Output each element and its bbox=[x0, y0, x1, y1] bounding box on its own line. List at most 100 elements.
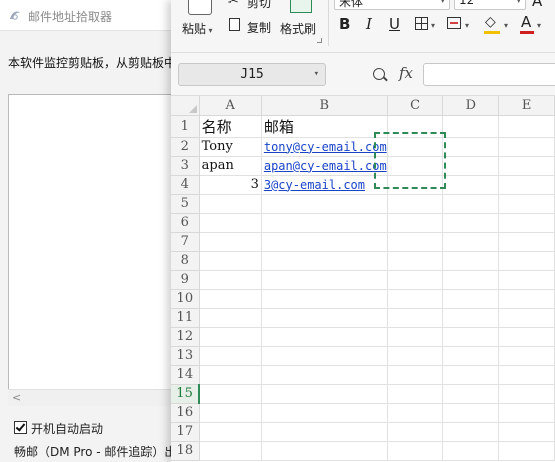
font-size-select[interactable]: 12 ▾ bbox=[454, 0, 526, 10]
cell-d[interactable] bbox=[442, 422, 500, 442]
cell-d[interactable] bbox=[442, 384, 500, 404]
select-all-corner[interactable] bbox=[171, 96, 200, 116]
row-header[interactable]: 16 bbox=[171, 403, 200, 423]
cell-a[interactable] bbox=[199, 365, 262, 385]
cell-d[interactable] bbox=[442, 115, 500, 138]
cell-b[interactable] bbox=[261, 384, 388, 404]
cell-a[interactable]: Tony bbox=[199, 137, 262, 157]
cell-a[interactable]: 名称 bbox=[199, 115, 262, 138]
copy-icon[interactable] bbox=[226, 15, 240, 31]
cell-e[interactable] bbox=[498, 156, 555, 176]
cell-b[interactable]: tony@cy-email.com bbox=[261, 137, 388, 157]
cell-b[interactable]: 3@cy-email.com bbox=[261, 175, 388, 195]
row-header[interactable]: 17 bbox=[171, 422, 200, 442]
cell-b[interactable] bbox=[261, 270, 388, 290]
paste-icon[interactable] bbox=[188, 0, 212, 15]
row-header[interactable]: 6 bbox=[171, 213, 200, 233]
cell-d[interactable] bbox=[442, 175, 500, 195]
cell-e[interactable] bbox=[498, 251, 555, 271]
cell-c[interactable] bbox=[387, 384, 444, 404]
cell-d[interactable] bbox=[442, 270, 500, 290]
name-box[interactable]: J15 ▾ bbox=[178, 63, 326, 86]
cell-a[interactable] bbox=[199, 346, 262, 366]
cell-e[interactable] bbox=[498, 289, 555, 309]
cell-c[interactable] bbox=[387, 251, 444, 271]
bold-button[interactable]: B bbox=[339, 15, 350, 33]
cell-c[interactable] bbox=[387, 289, 444, 309]
checkbox-checked-icon[interactable] bbox=[14, 421, 27, 434]
cell-a[interactable] bbox=[199, 308, 262, 328]
cell-b[interactable] bbox=[261, 213, 388, 233]
grow-font-icon[interactable]: A bbox=[532, 0, 542, 10]
cell-c[interactable] bbox=[387, 194, 444, 214]
cell-b[interactable] bbox=[261, 251, 388, 271]
merge-cells-icon[interactable] bbox=[447, 17, 461, 29]
cell-a[interactable]: 3 bbox=[199, 175, 262, 195]
function-icon[interactable]: fx bbox=[399, 64, 413, 82]
cell-d[interactable] bbox=[442, 346, 500, 366]
scroll-left-icon[interactable]: < bbox=[12, 391, 21, 404]
cell-a[interactable] bbox=[199, 194, 262, 214]
column-header-e[interactable]: E bbox=[498, 96, 555, 116]
cell-e[interactable] bbox=[498, 327, 555, 347]
cell-b[interactable] bbox=[261, 403, 388, 423]
row-header[interactable]: 4 bbox=[171, 175, 200, 195]
footer-credit[interactable]: 畅邮（DM Pro - 邮件追踪）出品 bbox=[14, 443, 188, 460]
clipboard-expand-icon[interactable] bbox=[317, 38, 322, 43]
cell-a[interactable] bbox=[199, 403, 262, 423]
cell-e[interactable] bbox=[498, 213, 555, 233]
cell-d[interactable] bbox=[442, 156, 500, 176]
scissors-icon[interactable]: ✂ bbox=[228, 0, 239, 9]
cell-b[interactable]: apan@cy-email.com bbox=[261, 156, 388, 176]
cell-c[interactable] bbox=[387, 346, 444, 366]
row-header[interactable]: 14 bbox=[171, 365, 200, 385]
cell-b[interactable] bbox=[261, 441, 388, 461]
cell-e[interactable] bbox=[498, 308, 555, 328]
cell-e[interactable] bbox=[498, 194, 555, 214]
cell-d[interactable] bbox=[442, 327, 500, 347]
column-header-b[interactable]: B bbox=[261, 96, 388, 116]
cell-d[interactable] bbox=[442, 308, 500, 328]
cell-e[interactable] bbox=[498, 384, 555, 404]
cell-a[interactable] bbox=[199, 422, 262, 442]
row-header[interactable]: 1 bbox=[171, 115, 200, 138]
cell-a[interactable] bbox=[199, 289, 262, 309]
row-header[interactable]: 3 bbox=[171, 156, 200, 176]
row-header[interactable]: 15 bbox=[171, 384, 201, 404]
cell-d[interactable] bbox=[442, 251, 500, 271]
format-painter-button[interactable]: 格式刷 bbox=[280, 20, 316, 37]
row-header[interactable]: 18 bbox=[171, 441, 200, 461]
cell-b[interactable] bbox=[261, 289, 388, 309]
format-painter-icon[interactable] bbox=[290, 0, 312, 13]
cell-e[interactable] bbox=[498, 232, 555, 252]
column-header-c[interactable]: C bbox=[387, 96, 444, 116]
cell-d[interactable] bbox=[442, 441, 500, 461]
cell-c[interactable] bbox=[387, 441, 444, 461]
row-header[interactable]: 7 bbox=[171, 232, 200, 252]
column-header-d[interactable]: D bbox=[442, 96, 500, 116]
sheet-grid[interactable]: A B C D E 1 名称 邮箱 2 Tony tony@cy-email.com 3 ap… bbox=[171, 96, 555, 462]
cell-b[interactable] bbox=[261, 327, 388, 347]
chevron-down-icon[interactable]: ▾ bbox=[314, 64, 319, 85]
cell-b[interactable] bbox=[261, 365, 388, 385]
column-header-a[interactable]: A bbox=[199, 96, 262, 116]
copy-button[interactable]: 复制 bbox=[247, 19, 271, 36]
formula-input[interactable] bbox=[423, 63, 555, 86]
cell-b[interactable] bbox=[261, 232, 388, 252]
cell-d[interactable] bbox=[442, 137, 500, 157]
cell-c[interactable] bbox=[387, 403, 444, 423]
cell-c[interactable] bbox=[387, 137, 444, 157]
cell-d[interactable] bbox=[442, 213, 500, 233]
chevron-down-icon[interactable]: ▾ bbox=[504, 21, 508, 30]
cell-c[interactable] bbox=[387, 115, 444, 138]
cell-c[interactable] bbox=[387, 156, 444, 176]
zoom-search-icon[interactable] bbox=[373, 68, 385, 80]
cut-button[interactable]: 剪切 bbox=[247, 0, 271, 11]
cell-c[interactable] bbox=[387, 327, 444, 347]
cell-a[interactable]: apan bbox=[199, 156, 262, 176]
row-header[interactable]: 10 bbox=[171, 289, 200, 309]
underline-button[interactable]: U bbox=[389, 15, 400, 33]
cell-e[interactable] bbox=[498, 422, 555, 442]
italic-button[interactable]: I bbox=[366, 15, 372, 33]
cell-c[interactable] bbox=[387, 232, 444, 252]
